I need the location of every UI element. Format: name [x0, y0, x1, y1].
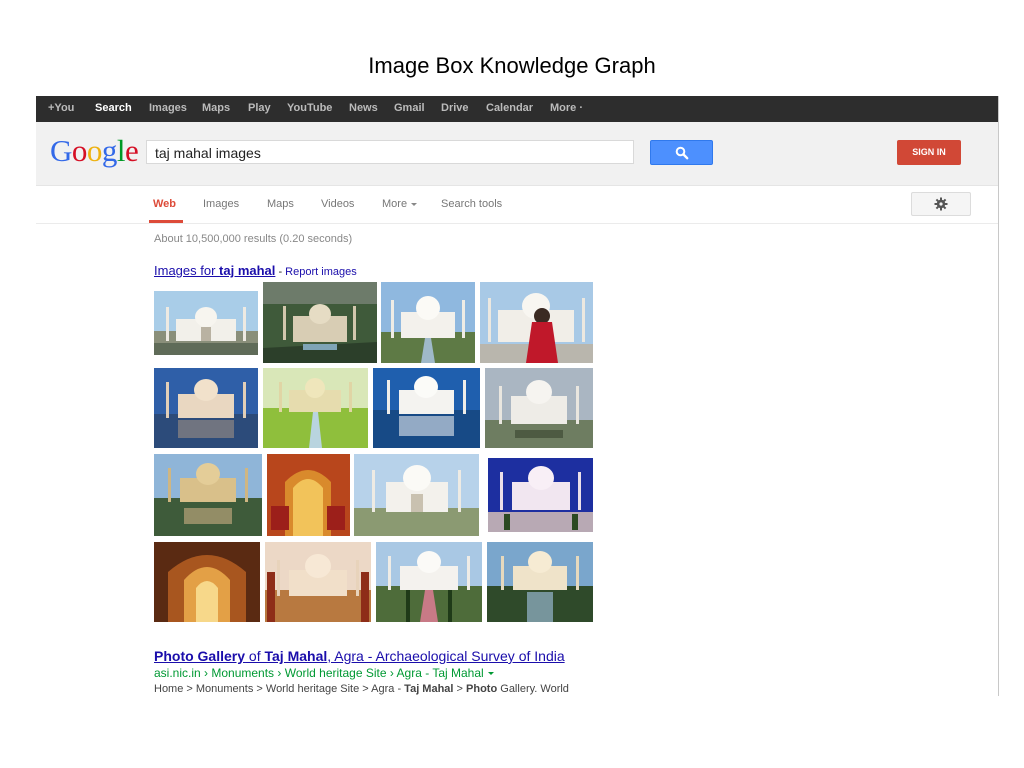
snippet-part: >	[453, 683, 467, 695]
taj-mahal-photo	[354, 454, 479, 536]
browser-frame: +You Search Images Maps Play YouTube New…	[36, 96, 999, 696]
result-url: asi.nic.in › Monuments › World heritage …	[154, 666, 754, 680]
logo-letter: e	[125, 133, 139, 168]
sign-in-button[interactable]: SIGN IN	[897, 140, 961, 165]
result-title-link[interactable]: Photo Gallery of Taj Mahal, Agra - Archa…	[154, 648, 754, 664]
result-title-part: , Agra - Archaeological Survey of India	[327, 648, 565, 664]
search-button[interactable]	[650, 140, 713, 165]
search-header: Google taj mahal images SIGN IN	[36, 122, 998, 186]
tab-web[interactable]: Web	[153, 198, 176, 210]
taj-mahal-photo	[373, 368, 480, 448]
tab-maps[interactable]: Maps	[267, 198, 294, 210]
images-for-query: taj mahal	[219, 263, 276, 278]
image-thumbnail[interactable]	[487, 542, 593, 622]
search-input[interactable]: taj mahal images	[146, 140, 634, 164]
topbar-item-youtube[interactable]: YouTube	[287, 102, 332, 114]
report-images-link[interactable]: Report images	[285, 266, 357, 278]
image-thumbnail[interactable]	[263, 368, 368, 448]
topbar-item-play[interactable]: Play	[248, 102, 271, 114]
slide-title: Image Box Knowledge Graph	[368, 53, 656, 78]
topbar-item-calendar[interactable]: Calendar	[486, 102, 533, 114]
taj-mahal-photo	[154, 368, 258, 448]
google-logo[interactable]: Google	[50, 133, 139, 169]
image-thumbnail[interactable]	[354, 454, 479, 536]
gear-icon	[934, 197, 948, 211]
topbar-item-you[interactable]: +You	[48, 102, 74, 114]
search-icon	[675, 146, 689, 160]
interior-photo	[267, 454, 350, 536]
image-thumbnail[interactable]	[480, 282, 593, 363]
topbar-item-search[interactable]: Search	[95, 102, 132, 114]
chevron-down-icon	[411, 202, 418, 206]
snippet-part: Gallery. World	[497, 683, 569, 695]
image-box-header: Images for taj mahal - Report images	[154, 263, 357, 278]
image-thumbnail[interactable]	[154, 368, 258, 448]
image-thumbnail[interactable]	[154, 291, 258, 355]
image-thumbnail[interactable]	[376, 542, 482, 622]
taj-mahal-photo	[265, 542, 371, 622]
images-for-link[interactable]: Images for taj mahal	[154, 263, 275, 278]
taj-mahal-photo	[376, 542, 482, 622]
snippet-part: Home > Monuments > World heritage Site >…	[154, 683, 405, 695]
topbar-item-drive[interactable]: Drive	[441, 102, 469, 114]
tab-search-tools[interactable]: Search tools	[441, 198, 502, 210]
logo-letter: G	[50, 133, 72, 168]
logo-letter: l	[116, 133, 126, 168]
topbar-item-more[interactable]: More ·	[550, 102, 583, 114]
logo-letter: o	[86, 133, 103, 168]
taj-mahal-photo	[263, 282, 377, 363]
tab-videos[interactable]: Videos	[321, 198, 354, 210]
image-thumbnail[interactable]	[154, 454, 262, 536]
tab-more-label: More	[382, 198, 408, 210]
active-tab-indicator	[149, 220, 183, 223]
image-thumbnail[interactable]	[267, 454, 350, 536]
chevron-down-icon[interactable]	[487, 672, 494, 676]
tab-more[interactable]: More	[382, 198, 418, 210]
image-thumbnail[interactable]	[263, 282, 377, 363]
logo-letter: o	[71, 133, 88, 168]
snippet-part: Taj Mahal	[404, 683, 454, 695]
images-for-prefix: Images for	[154, 263, 220, 278]
image-thumbnail[interactable]	[373, 368, 480, 448]
search-result: Photo Gallery of Taj Mahal, Agra - Archa…	[154, 648, 754, 695]
taj-mahal-photo	[485, 368, 593, 448]
image-thumbnail[interactable]	[485, 368, 593, 448]
taj-mahal-photo	[480, 282, 593, 363]
snippet-part: Photo	[466, 683, 498, 695]
result-title-part: Photo Gallery	[154, 648, 246, 664]
settings-button[interactable]	[911, 192, 971, 216]
separator: -	[275, 266, 286, 278]
interior-arch-photo	[154, 542, 260, 622]
taj-mahal-photo	[154, 454, 262, 536]
topbar-item-gmail[interactable]: Gmail	[394, 102, 425, 114]
result-title-part: Taj Mahal	[264, 648, 328, 664]
taj-mahal-photo	[487, 542, 593, 622]
result-url-text: asi.nic.in › Monuments › World heritage …	[154, 666, 484, 680]
result-snippet: Home > Monuments > World heritage Site >…	[154, 683, 754, 695]
taj-mahal-photo	[263, 368, 368, 448]
topbar-item-maps[interactable]: Maps	[202, 102, 230, 114]
image-thumbnail[interactable]	[154, 542, 260, 622]
result-stats: About 10,500,000 results (0.20 seconds)	[154, 233, 353, 245]
result-title-part: of	[245, 648, 265, 664]
search-tabs: Web Images Maps Videos More Search tools	[36, 186, 998, 224]
image-thumbnail[interactable]	[265, 542, 371, 622]
topbar-item-news[interactable]: News	[349, 102, 378, 114]
google-top-bar: +You Search Images Maps Play YouTube New…	[36, 96, 998, 122]
logo-letter: g	[101, 133, 118, 168]
taj-mahal-photo	[488, 458, 593, 532]
taj-mahal-photo	[154, 291, 258, 355]
tab-images[interactable]: Images	[203, 198, 239, 210]
image-thumbnail[interactable]	[488, 458, 593, 532]
topbar-item-images[interactable]: Images	[149, 102, 187, 114]
taj-mahal-photo	[381, 282, 475, 363]
image-thumbnail[interactable]	[381, 282, 475, 363]
